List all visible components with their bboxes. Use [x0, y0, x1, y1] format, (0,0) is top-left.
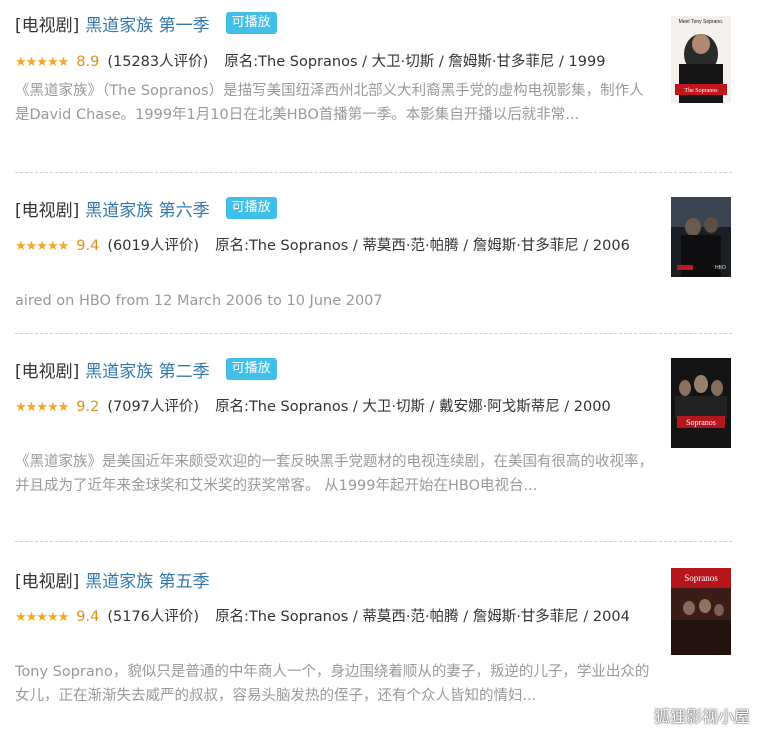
- original-info: 原名:The Sopranos / 大卫·切斯 / 戴安娜·阿戈斯蒂尼 / 20…: [215, 399, 611, 415]
- rating-count: (6019人评价): [107, 238, 200, 254]
- poster-art: Sopranos: [671, 568, 731, 655]
- watermark-text: 狐狸影视小屋: [653, 707, 750, 726]
- rating-stars-icon: ★★★★★: [15, 239, 69, 254]
- poster-art: Meet Tony Soprano. The Sopranos: [671, 16, 731, 103]
- result-item: [电视剧] 黑道家族 第一季 可播放 ★★★★★ 8.9 (15283人评价) 原名:…: [15, 10, 732, 173]
- poster-logo: HBO: [715, 265, 726, 271]
- title-row: [电视剧] 黑道家族 第六季 可播放: [15, 195, 277, 221]
- poster-image[interactable]: HBO: [671, 197, 731, 277]
- rating-count: (15283人评价): [107, 54, 209, 70]
- original-info: 原名:The Sopranos / 蒂莫西·范·帕腾 / 詹姆斯·甘多菲尼 / …: [215, 609, 630, 625]
- title-link[interactable]: 黑道家族 第五季: [85, 567, 209, 592]
- poster-tagline: Meet Tony Soprano.: [679, 19, 724, 25]
- rating-score: 9.4: [76, 238, 100, 254]
- playable-badge[interactable]: 可播放: [225, 197, 277, 219]
- rating-count: (5176人评价): [107, 609, 200, 625]
- poster-image[interactable]: Meet Tony Soprano. The Sopranos: [671, 16, 731, 103]
- category-label: [电视剧]: [15, 15, 80, 36]
- rating-score: 9.2: [76, 399, 100, 415]
- rating-score: 8.9: [76, 54, 100, 70]
- rating-count: (7097人评价): [107, 399, 200, 415]
- rating-meta: ★★★★★ 9.2 (7097人评价) 原名:The Sopranos / 大卫·切斯…: [15, 394, 655, 421]
- category-label: [电视剧]: [15, 571, 80, 592]
- playable-badge[interactable]: 可播放: [225, 358, 277, 380]
- description: 《黑道家族》是美国近年来颇受欢迎的一套反映黑手党题材的电视连续剧，在美国有很高的…: [15, 454, 653, 494]
- original-info: 原名:The Sopranos / 大卫·切斯 / 詹姆斯·甘多菲尼 / 199…: [224, 54, 606, 70]
- poster-art: Sopranos: [671, 358, 731, 448]
- rating-meta: ★★★★★ 9.4 (6019人评价) 原名:The Sopranos / 蒂莫西·范…: [15, 233, 655, 260]
- playable-badge[interactable]: 可播放: [225, 12, 277, 34]
- category-label: [电视剧]: [15, 361, 80, 382]
- category-label: [电视剧]: [15, 200, 80, 221]
- rating-meta: ★★★★★ 8.9 (15283人评价) 原名:The Sopranos / 大卫·切…: [15, 49, 655, 76]
- rating-stars-icon: ★★★★★: [15, 400, 69, 415]
- result-item: [电视剧] 黑道家族 第六季 可播放 ★★★★★ 9.4 (6019人评价) 原名:T…: [15, 195, 732, 334]
- title-row: [电视剧] 黑道家族 第二季 可播放: [15, 356, 277, 382]
- title-link[interactable]: 黑道家族 第二季: [85, 357, 209, 382]
- rating-stars-icon: ★★★★★: [15, 610, 69, 625]
- poster-logo: The Sopranos: [684, 88, 718, 94]
- description: 《黑道家族》（The Sopranos）是描写美国纽泽西州北部义大利裔黑手党的虚…: [15, 83, 644, 123]
- rating-meta: ★★★★★ 9.4 (5176人评价) 原名:The Sopranos / 蒂莫西·范…: [15, 604, 655, 631]
- title-link[interactable]: 黑道家族 第六季: [85, 196, 209, 221]
- title-row: [电视剧] 黑道家族 第五季: [15, 566, 210, 592]
- poster-art: HBO: [671, 197, 731, 277]
- description: Tony Soprano，貌似只是普通的中年商人一个，身边围绕着顺从的妻子，叛逆…: [15, 664, 650, 704]
- title-link[interactable]: 黑道家族 第一季: [85, 11, 209, 36]
- poster-image[interactable]: Sopranos: [671, 358, 731, 448]
- description: aired on HBO from 12 March 2006 to 10 Ju…: [15, 293, 383, 309]
- poster-image[interactable]: Sopranos: [671, 568, 731, 655]
- result-item: [电视剧] 黑道家族 第二季 可播放 ★★★★★ 9.2 (7097人评价) 原名:T…: [15, 356, 732, 542]
- rating-stars-icon: ★★★★★: [15, 55, 69, 70]
- rating-score: 9.4: [76, 609, 100, 625]
- result-item: [电视剧] 黑道家族 第五季 ★★★★★ 9.4 (5176人评价) 原名:The S…: [15, 566, 732, 735]
- poster-logo: Sopranos: [684, 573, 718, 583]
- original-info: 原名:The Sopranos / 蒂莫西·范·帕腾 / 詹姆斯·甘多菲尼 / …: [215, 238, 630, 254]
- title-row: [电视剧] 黑道家族 第一季 可播放: [15, 10, 277, 36]
- poster-logo: Sopranos: [686, 418, 716, 427]
